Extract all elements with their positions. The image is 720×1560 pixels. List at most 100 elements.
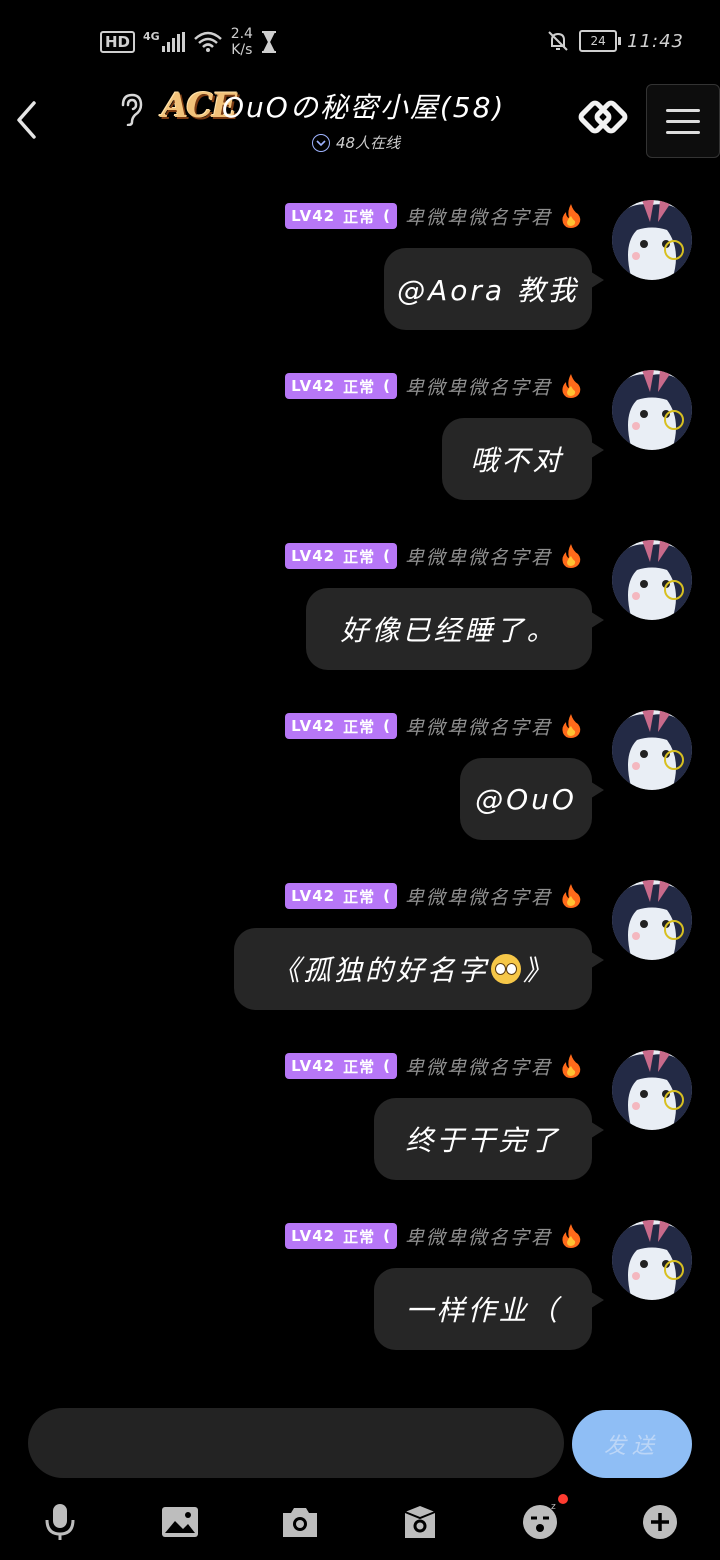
- message-item: LV42 正常 ( 卑微卑微名字君 @OuO: [0, 680, 720, 850]
- message-item: LV42 正常 ( 卑微卑微名字君 一样作业（: [0, 1190, 720, 1360]
- fire-icon: [562, 204, 581, 228]
- emoji-icon: z: [523, 1503, 557, 1539]
- menu-button[interactable]: [646, 84, 720, 158]
- message-item: LV42 正常 ( 卑微卑微名字君 终于干完了: [0, 1020, 720, 1190]
- avatar[interactable]: [612, 540, 692, 620]
- tag-suffix: (: [383, 1057, 391, 1075]
- message-input[interactable]: [28, 1408, 564, 1478]
- sender-name[interactable]: 卑微卑微名字君: [405, 373, 552, 400]
- clock: 11:43: [627, 30, 684, 52]
- title-tag: 正常: [343, 377, 376, 396]
- menu-line: [666, 119, 700, 123]
- fire-icon: [562, 1224, 581, 1248]
- chat-header: ACE OuOの秘密小屋(58) 48人在线: [0, 84, 720, 170]
- level-badge[interactable]: LV42 正常 (: [285, 373, 397, 399]
- title-tag: 正常: [343, 547, 376, 566]
- bottom-toolbar: z: [0, 1490, 720, 1560]
- link-icon[interactable]: [578, 92, 630, 144]
- image-icon: [162, 1507, 198, 1537]
- sender-name[interactable]: 卑微卑微名字君: [405, 1223, 552, 1250]
- level-badge[interactable]: LV42 正常 (: [285, 713, 397, 739]
- avatar[interactable]: [612, 200, 692, 280]
- level-badge[interactable]: LV42 正常 (: [285, 1053, 397, 1079]
- message-bubble[interactable]: 哦不对: [442, 418, 604, 500]
- fire-icon: [562, 714, 581, 738]
- message-item: LV42 正常 ( 卑微卑微名字君 哦不对: [0, 340, 720, 510]
- more-button[interactable]: [640, 1502, 680, 1542]
- level-badge[interactable]: LV42 正常 (: [285, 1223, 397, 1249]
- speed-value: 2.4: [230, 26, 253, 42]
- wifi-icon: [193, 31, 222, 52]
- send-button[interactable]: 发送: [572, 1410, 692, 1478]
- message-item: LV42 正常 ( 卑微卑微名字君 《孤独的好名字 》: [0, 850, 720, 1020]
- message-bubble[interactable]: @OuO: [460, 758, 604, 840]
- tag-suffix: (: [383, 717, 391, 735]
- message-text: 》: [523, 954, 555, 987]
- menu-line: [666, 130, 700, 134]
- level-text: LV42: [291, 547, 336, 565]
- sender-name[interactable]: 卑微卑微名字君: [405, 1053, 552, 1080]
- hd-indicator: HD: [100, 31, 136, 53]
- signal-icon: [161, 32, 185, 52]
- message-bubble[interactable]: 终于干完了: [374, 1098, 604, 1180]
- back-button[interactable]: [6, 92, 46, 148]
- message-meta: LV42 正常 ( 卑微卑微名字君: [285, 1052, 582, 1080]
- title-tag: 正常: [343, 207, 376, 226]
- microphone-icon: [45, 1504, 75, 1540]
- chevron-left-icon: [17, 101, 36, 139]
- message-bubble[interactable]: 《孤独的好名字 》: [234, 928, 604, 1010]
- notification-dot: [558, 1494, 568, 1504]
- message-bubble[interactable]: @Aora 教我: [384, 248, 604, 330]
- level-badge[interactable]: LV42 正常 (: [285, 203, 397, 229]
- package-button[interactable]: [400, 1502, 440, 1542]
- group-title[interactable]: OuOの秘密小屋(58): [222, 86, 505, 126]
- message-item: LV42 正常 ( 卑微卑微名字君 @Aora 教我: [0, 170, 720, 340]
- level-text: LV42: [291, 207, 336, 225]
- sender-name[interactable]: 卑微卑微名字君: [405, 713, 552, 740]
- level-badge[interactable]: LV42 正常 (: [285, 883, 397, 909]
- level-text: LV42: [291, 1227, 336, 1245]
- status-right: 24 11:43: [547, 30, 684, 52]
- online-count[interactable]: 48人在线: [312, 132, 400, 153]
- sender-name[interactable]: 卑微卑微名字君: [405, 543, 552, 570]
- camera-button[interactable]: [280, 1502, 320, 1542]
- tag-suffix: (: [383, 377, 391, 395]
- fire-icon: [562, 884, 581, 908]
- status-left: HD 4G 2.4 K/s: [100, 26, 277, 58]
- ear-icon[interactable]: [118, 92, 144, 126]
- online-text: 48人在线: [336, 134, 401, 152]
- level-text: LV42: [291, 1057, 336, 1075]
- image-button[interactable]: [160, 1502, 200, 1542]
- tag-suffix: (: [383, 547, 391, 565]
- message-bubble[interactable]: 好像已经睡了。: [306, 588, 604, 670]
- avatar[interactable]: [612, 880, 692, 960]
- avatar[interactable]: [612, 1050, 692, 1130]
- pleading-face-emoji: [491, 954, 521, 984]
- level-text: LV42: [291, 887, 336, 905]
- battery-icon: 24: [579, 30, 622, 52]
- tag-suffix: (: [383, 207, 391, 225]
- message-meta: LV42 正常 ( 卑微卑微名字君: [285, 712, 582, 740]
- title-tag: 正常: [343, 1227, 376, 1246]
- title-tag: 正常: [343, 1057, 376, 1076]
- message-meta: LV42 正常 ( 卑微卑微名字君: [285, 1222, 582, 1250]
- message-bubble[interactable]: 一样作业（: [374, 1268, 604, 1350]
- title-tag: 正常: [343, 887, 376, 906]
- network-speed: 2.4 K/s: [231, 26, 253, 58]
- svg-text:z: z: [551, 1503, 556, 1512]
- avatar[interactable]: [612, 1220, 692, 1300]
- title-tag: 正常: [343, 717, 376, 736]
- network-type: 4G: [143, 29, 160, 43]
- emoji-button[interactable]: z: [520, 1494, 568, 1542]
- tag-suffix: (: [383, 1227, 391, 1245]
- level-badge[interactable]: LV42 正常 (: [285, 543, 397, 569]
- avatar[interactable]: [612, 710, 692, 790]
- voice-button[interactable]: [40, 1502, 80, 1542]
- sender-name[interactable]: 卑微卑微名字君: [405, 203, 552, 230]
- menu-line: [666, 108, 700, 112]
- avatar[interactable]: [612, 370, 692, 450]
- message-meta: LV42 正常 ( 卑微卑微名字君: [285, 202, 582, 230]
- sender-name[interactable]: 卑微卑微名字君: [405, 883, 552, 910]
- plus-icon: [643, 1505, 677, 1539]
- fire-icon: [562, 544, 581, 568]
